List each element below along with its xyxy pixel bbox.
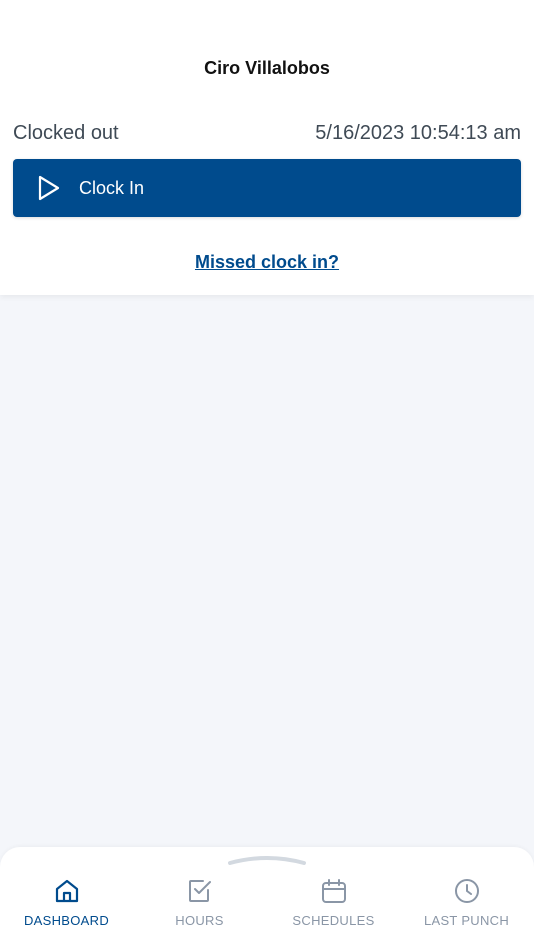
home-icon [55, 879, 78, 903]
nav-item-hours[interactable]: HOURS [133, 877, 266, 937]
nav-item-dashboard[interactable]: DASHBOARD [0, 877, 133, 937]
nav-label-hours: HOURS [175, 913, 224, 928]
bottom-navigation: DASHBOARD HOURS SCHEDULES LAST PUNCH [0, 847, 534, 950]
nav-item-last-punch[interactable]: LAST PUNCH [400, 877, 533, 937]
clock-in-label: Clock In [79, 177, 145, 198]
drag-handle[interactable] [228, 856, 306, 865]
nav-item-schedules[interactable]: SCHEDULES [267, 877, 400, 937]
nav-label-last-punch: LAST PUNCH [423, 913, 510, 928]
clock-icon [454, 879, 479, 903]
missed-clock-in-container: Missed clock in? [0, 252, 534, 273]
clock-panel: Ciro Villalobos Clocked out 5/16/2023 10… [0, 0, 534, 295]
nav-label-dashboard: DASHBOARD [23, 913, 110, 928]
clock-status: Clocked out [13, 122, 119, 144]
clock-in-button[interactable]: Clock In [13, 159, 521, 217]
checkbox-icon [188, 880, 211, 902]
calendar-icon [321, 879, 346, 903]
missed-clock-in-link[interactable]: Missed clock in? [195, 252, 339, 272]
status-row: Clocked out 5/16/2023 10:54:13 am [13, 122, 521, 145]
user-name: Ciro Villalobos [204, 58, 330, 78]
current-datetime: 5/16/2023 10:54:13 am [315, 122, 521, 144]
play-icon [38, 175, 60, 201]
nav-label-schedules: SCHEDULES [292, 913, 375, 928]
